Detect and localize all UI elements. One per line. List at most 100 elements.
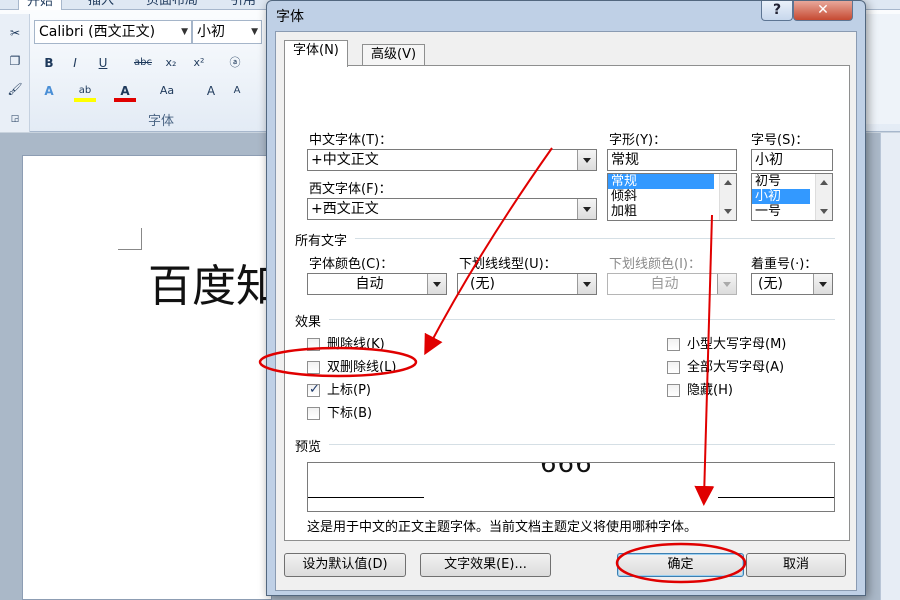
scroll-up-icon[interactable]: [724, 180, 732, 185]
checkbox-box[interactable]: [667, 384, 680, 397]
italic-icon[interactable]: I: [64, 52, 86, 74]
chinese-font-select[interactable]: +中文正文: [307, 149, 597, 171]
superscript-icon[interactable]: x²: [188, 52, 210, 74]
hidden-checkbox[interactable]: 隐藏(H): [667, 383, 733, 399]
small-caps-checkbox[interactable]: 小型大写字母(M): [667, 337, 786, 353]
chevron-down-icon[interactable]: [577, 274, 596, 294]
dialog-titlebar[interactable]: 字体 ? ✕: [267, 1, 865, 29]
scroll-down-icon[interactable]: [820, 209, 828, 214]
change-case-icon[interactable]: Aa: [156, 80, 178, 102]
double-strikethrough-checkbox[interactable]: 双删除线(L): [307, 360, 396, 376]
dialog-client: 字体(N) 高级(V) 中文字体(T)： +中文正文 西文字体(F)： +西文正…: [275, 31, 857, 591]
ribbon-tab-home[interactable]: 开始: [18, 0, 63, 10]
font-style-input[interactable]: 常规: [607, 149, 737, 171]
checkbox-box[interactable]: [307, 338, 320, 351]
preview-sample-text: 666: [540, 462, 593, 479]
western-font-value: +西文正文: [311, 201, 379, 217]
font-size-scrollbar[interactable]: [815, 174, 832, 220]
chevron-down-icon: ▼: [251, 27, 258, 37]
cut-icon[interactable]: ✂: [4, 22, 26, 44]
font-name-value: Calibri (西文正文): [39, 24, 156, 40]
font-style-scrollbar[interactable]: [719, 174, 736, 220]
text-effects-button[interactable]: 文字效果(E)...: [420, 553, 551, 577]
font-name-combo[interactable]: Calibri (西文正文) ▼: [34, 20, 192, 44]
section-divider: [329, 444, 835, 445]
list-item[interactable]: 常规: [608, 174, 714, 189]
font-size-list[interactable]: 初号 小初 一号: [751, 173, 833, 221]
shrink-font-icon[interactable]: A: [226, 80, 248, 102]
set-default-button[interactable]: 设为默认值(D): [284, 553, 406, 577]
checkbox-box-checked[interactable]: [307, 382, 320, 398]
help-button[interactable]: ?: [761, 1, 793, 21]
preview-box: 666: [307, 462, 835, 512]
chevron-down-icon[interactable]: [577, 150, 596, 170]
western-font-label: 西文字体(F)：: [309, 182, 392, 197]
chevron-down-icon[interactable]: [813, 274, 832, 294]
hidden-label: 隐藏(H): [687, 383, 733, 398]
all-caps-checkbox[interactable]: 全部大写字母(A): [667, 360, 784, 376]
checkbox-box[interactable]: [667, 361, 680, 374]
list-item[interactable]: 小初: [752, 189, 810, 204]
emphasis-mark-select[interactable]: (无): [751, 273, 833, 295]
scroll-down-icon[interactable]: [724, 209, 732, 214]
dialog-title: 字体: [276, 9, 304, 25]
ribbon-tab-references[interactable]: 引用: [222, 0, 264, 10]
bold-icon[interactable]: B: [38, 52, 60, 74]
font-size-value: 小初: [755, 152, 783, 168]
tab-advanced[interactable]: 高级(V): [362, 44, 426, 66]
list-item[interactable]: 倾斜: [608, 189, 736, 204]
text-effect-icon[interactable]: A: [38, 80, 60, 102]
close-button[interactable]: ✕: [793, 1, 853, 21]
tab-font[interactable]: 字体(N): [284, 40, 348, 67]
document-scrollbar[interactable]: [880, 133, 900, 600]
chevron-down-icon[interactable]: [577, 199, 596, 219]
underline-type-label: 下划线线型(U)：: [459, 257, 557, 272]
emphasis-mark-value: (无): [758, 276, 783, 292]
checkbox-box[interactable]: [667, 338, 680, 351]
font-size-input[interactable]: 小初: [751, 149, 833, 171]
font-size-combo[interactable]: 小初 ▼: [192, 20, 262, 44]
clear-format-icon[interactable]: ⓐ: [224, 52, 246, 74]
font-color-icon[interactable]: A: [114, 80, 136, 102]
highlight-icon[interactable]: ab: [74, 80, 96, 102]
strikethrough-checkbox[interactable]: 删除线(K): [307, 337, 385, 353]
cancel-button[interactable]: 取消: [746, 553, 846, 577]
strikethrough-label: 删除线(K): [327, 337, 385, 352]
chinese-font-value: +中文正文: [311, 152, 379, 168]
font-color-select[interactable]: 自动: [307, 273, 447, 295]
checkbox-box[interactable]: [307, 361, 320, 374]
document-page[interactable]: [22, 155, 272, 600]
ribbon-tab-layout[interactable]: 页面布局: [138, 0, 206, 10]
superscript-label: 上标(P): [327, 383, 371, 398]
subscript-icon[interactable]: x₂: [160, 52, 182, 74]
effects-section-title: 效果: [295, 315, 322, 330]
document-text[interactable]: 百度知: [148, 250, 280, 314]
ok-button[interactable]: 确定: [617, 553, 744, 577]
subscript-label: 下标(B): [327, 406, 373, 421]
chevron-down-icon: [717, 274, 736, 294]
margin-corner-mark: [118, 228, 142, 250]
clipboard-launcher-icon[interactable]: ◲: [4, 108, 26, 130]
font-color-value: 自动: [355, 276, 384, 292]
grow-font-icon[interactable]: A: [200, 80, 222, 102]
underline-type-value: (无): [470, 276, 495, 292]
scroll-up-icon[interactable]: [820, 180, 828, 185]
ribbon-tab-insert[interactable]: 插入: [80, 0, 122, 10]
copy-icon[interactable]: ❐: [4, 50, 26, 72]
clipboard-group: ✂ ❐ 🖌 ◲: [0, 14, 30, 132]
font-style-list[interactable]: 常规 倾斜 加粗: [607, 173, 737, 221]
western-font-select[interactable]: +西文正文: [307, 198, 597, 220]
font-color-label: 字体颜色(C)：: [309, 257, 394, 272]
font-style-value: 常规: [611, 152, 639, 168]
superscript-checkbox[interactable]: 上标(P): [307, 382, 371, 399]
preview-baseline-right: [718, 497, 834, 498]
checkbox-box[interactable]: [307, 407, 320, 420]
underline-icon[interactable]: U: [92, 52, 114, 74]
format-painter-icon[interactable]: 🖌: [4, 78, 26, 100]
subscript-checkbox[interactable]: 下标(B): [307, 406, 372, 422]
underline-type-select[interactable]: (无): [457, 273, 597, 295]
list-item[interactable]: 加粗: [608, 204, 736, 219]
chevron-down-icon[interactable]: [427, 274, 446, 294]
underline-color-label: 下划线颜色(I)：: [609, 257, 701, 272]
strikethrough-icon[interactable]: abc: [132, 52, 154, 74]
